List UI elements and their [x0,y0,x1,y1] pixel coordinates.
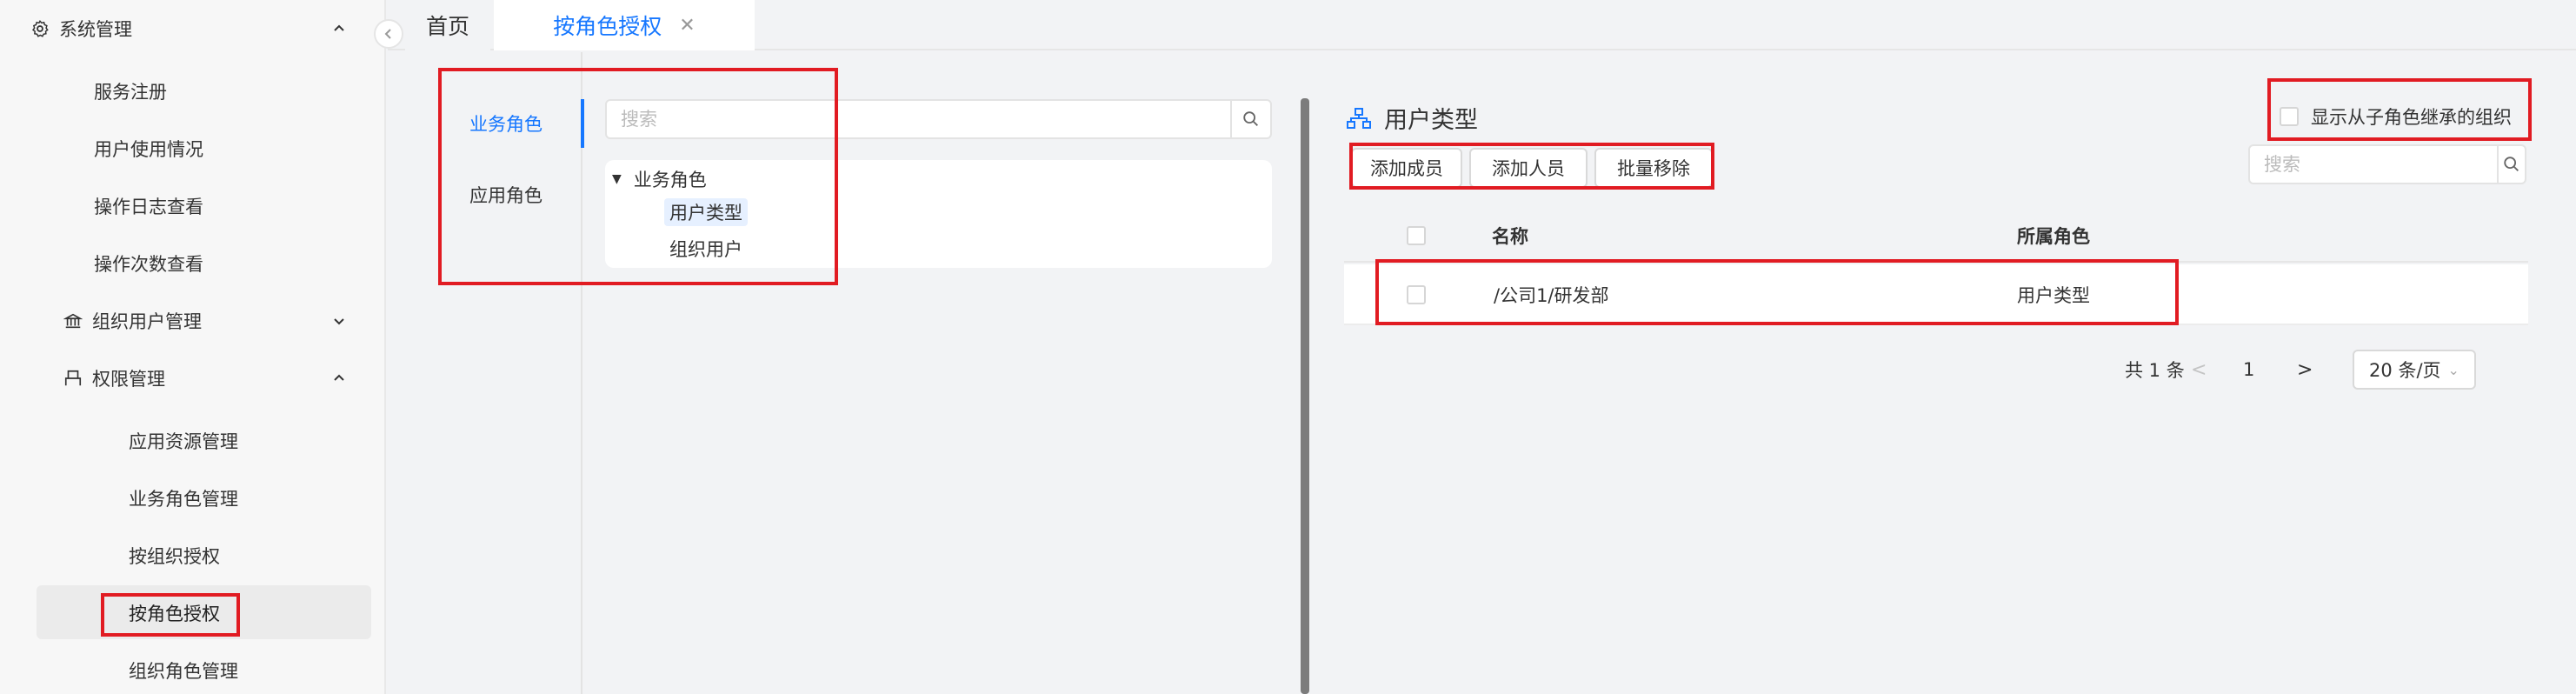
checkbox-label: 显示从子角色继承的组织 [2311,107,2512,128]
tree-node-business-role[interactable]: ▼ 业务角色 [612,165,707,193]
sidebar-item-label: 操作日志查看 [94,197,203,217]
search-icon[interactable] [2497,145,2525,184]
sidebar-item-system[interactable]: 系统管理 [0,7,386,50]
sidebar-item-by-role[interactable]: 按角色授权 [0,591,386,635]
add-member-button[interactable]: 添加成员 [1351,148,1462,188]
tree-node-org-user[interactable]: 组织用户 [669,235,742,263]
tab-home[interactable]: 首页 [405,0,490,50]
search-icon[interactable] [1230,100,1270,138]
main-content: 业务角色 应用角色 ▼ 业务角色 用户类型 组织用户 [388,50,2576,694]
user-icon [63,368,83,389]
tab-bar: 首页 按角色授权 ✕ [388,0,2576,50]
row-checkbox[interactable] [1407,285,1426,304]
sidebar-item-label: 应用资源管理 [129,431,238,452]
sidebar-item-label: 用户使用情况 [94,139,203,160]
members-table: 名称 所属角色 /公司1/研发部 用户类型 [1344,209,2528,330]
sidebar-item-perm-mgmt[interactable]: 权限管理 [0,357,386,400]
sidebar: 系统管理 服务注册 用户使用情况 操作日志查看 操作次数查看 组织用户管理 权限… [0,0,386,694]
member-search-input[interactable] [2250,147,2497,182]
tab-label: 业务角色 [469,114,542,135]
add-person-button[interactable]: 添加人员 [1469,148,1588,188]
button-label: 批量移除 [1617,158,1690,179]
sidebar-item-label: 操作次数查看 [94,254,203,275]
sidebar-item-op-log[interactable]: 操作日志查看 [0,184,386,228]
tab-label: 应用角色 [469,185,542,206]
role-tree: ▼ 业务角色 用户类型 组织用户 [605,160,1272,268]
sidebar-item-by-org[interactable]: 按组织授权 [0,534,386,577]
close-icon[interactable]: ✕ [679,15,695,37]
sidebar-item-label: 组织用户管理 [92,311,202,332]
prev-page-button[interactable]: < [2191,350,2207,390]
tab-label: 首页 [425,14,469,39]
chevron-up-icon [330,370,348,387]
tree-node-label: 用户类型 [669,203,742,224]
sidebar-item-service-register[interactable]: 服务注册 [0,70,386,113]
cell-name: /公司1/研发部 [1494,285,1609,306]
sidebar-item-label: 业务角色管理 [129,489,238,510]
column-header-name: 名称 [1492,226,1528,247]
panel-splitter[interactable] [1301,98,1309,694]
page-number[interactable]: 1 [2243,350,2254,390]
chevron-down-icon [330,312,348,330]
caret-down-icon[interactable]: ▼ [612,172,622,186]
tab-by-role-auth[interactable]: 按角色授权 ✕ [494,0,755,50]
chevron-down-icon: ⌄ [2447,361,2460,378]
bank-icon [63,310,83,331]
member-search [2248,144,2526,184]
members-panel: 用户类型 显示从子角色继承的组织 添加成员 添加人员 批量移除 名称 所属角色 [1318,52,2576,694]
button-label: 添加成员 [1370,158,1443,179]
tree-node-label: 业务角色 [633,170,707,190]
select-all-checkbox[interactable] [1407,226,1426,245]
role-search-input[interactable] [607,102,1230,137]
checkbox[interactable] [2280,107,2299,126]
tab-label: 按角色授权 [553,14,662,39]
sidebar-item-user-usage[interactable]: 用户使用情况 [0,127,386,170]
pagination: 共 1 条 < 1 > 20 条/页 ⌄ [1318,350,2528,390]
sidebar-item-org-role[interactable]: 组织角色管理 [0,649,386,692]
button-label: 添加人员 [1492,158,1565,179]
sidebar-item-label: 按组织授权 [129,546,220,567]
table-row[interactable]: /公司1/研发部 用户类型 [1344,264,2528,325]
sidebar-item-label: 服务注册 [94,82,167,103]
role-type-tabs: 业务角色 应用角色 [396,52,584,694]
panel-title: 用户类型 [1346,101,1478,135]
page-size-select[interactable]: 20 条/页 ⌄ [2353,350,2476,390]
org-chart-icon [1346,107,1372,130]
role-search [605,99,1272,139]
sidebar-item-op-count[interactable]: 操作次数查看 [0,242,386,285]
sidebar-item-org-user-mgmt[interactable]: 组织用户管理 [0,299,386,343]
cell-role: 用户类型 [2017,285,2090,306]
sidebar-item-label: 组织角色管理 [129,661,238,682]
sidebar-item-app-resource[interactable]: 应用资源管理 [0,419,386,463]
role-tree-panel: 业务角色 应用角色 ▼ 业务角色 用户类型 组织用户 [396,52,1305,694]
collapse-sidebar-button[interactable] [374,19,403,49]
chevron-up-icon [330,20,348,37]
gear-icon [30,18,50,39]
tab-app-role[interactable]: 应用角色 [396,170,582,219]
next-page-button[interactable]: > [2297,350,2313,390]
page-size-value: 20 条/页 [2369,360,2441,381]
sidebar-item-label: 权限管理 [92,369,165,390]
batch-remove-button[interactable]: 批量移除 [1594,148,1713,188]
sidebar-item-label: 按角色授权 [129,604,220,624]
chevron-left-icon [384,29,391,39]
tree-node-label: 组织用户 [669,239,742,260]
total-count: 共 1 条 [2125,360,2185,381]
tab-business-role[interactable]: 业务角色 [396,99,584,148]
tree-node-user-type[interactable]: 用户类型 [664,198,748,226]
show-inherited-checkbox[interactable]: 显示从子角色继承的组织 [2280,99,2512,134]
sidebar-item-business-role[interactable]: 业务角色管理 [0,477,386,520]
sidebar-item-label: 系统管理 [59,19,132,40]
column-header-role: 所属角色 [2017,226,2090,247]
panel-title-text: 用户类型 [1384,107,1478,134]
table-header: 名称 所属角色 [1344,209,2528,263]
